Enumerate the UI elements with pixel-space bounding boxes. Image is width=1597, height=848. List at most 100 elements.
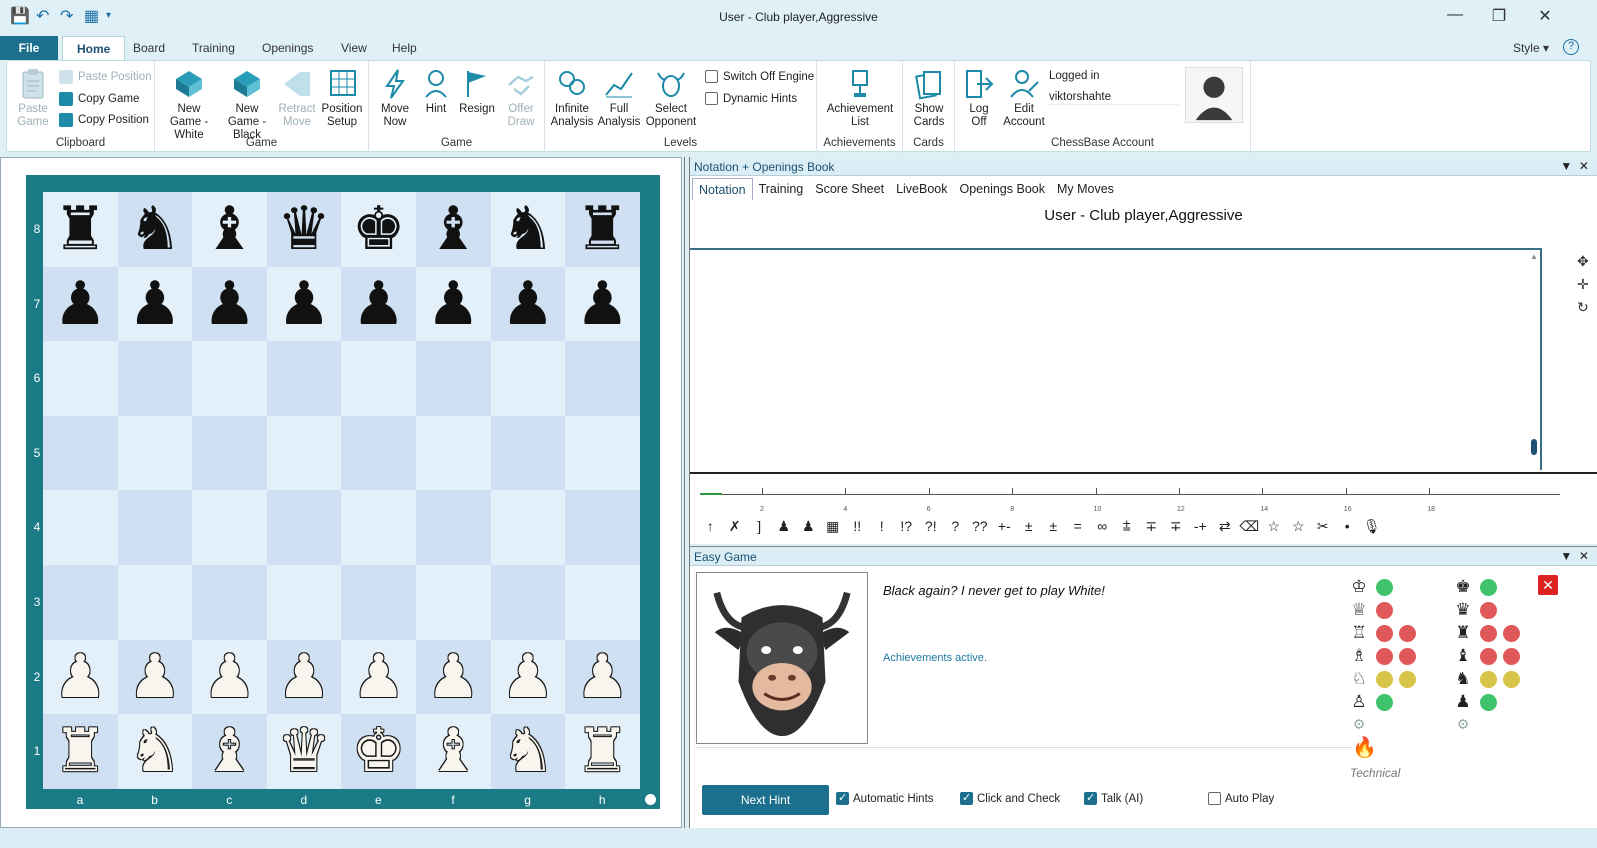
tab-home[interactable]: Home	[62, 36, 126, 60]
black-pawn[interactable]: ♟	[128, 274, 182, 334]
annotation-symbol-button[interactable]: ??	[968, 518, 993, 538]
square-f4[interactable]	[415, 490, 491, 565]
white-queen[interactable]: ♛	[277, 721, 331, 781]
annotation-symbol-button[interactable]: ?	[943, 518, 968, 538]
new-game-black-button[interactable]: New Game - Black	[219, 67, 275, 142]
avatar[interactable]	[1185, 67, 1243, 123]
annotation-symbol-button[interactable]: ♟	[772, 518, 797, 538]
square-c1[interactable]: ♝	[192, 714, 267, 789]
annotation-symbol-button[interactable]: 🎙	[1360, 518, 1385, 538]
square-a8[interactable]: ♜	[43, 192, 118, 267]
annotation-symbol-button[interactable]: !	[870, 518, 895, 538]
square-h7[interactable]: ♟	[565, 266, 640, 342]
square-h1[interactable]: ♜	[565, 714, 640, 789]
paste-game-button[interactable]: Paste Game	[11, 67, 55, 129]
switch-off-engine-checkbox[interactable]: Switch Off Engine	[705, 70, 814, 83]
panel-controls[interactable]: ▼ ✕	[1560, 549, 1589, 563]
annotation-symbol-button[interactable]: ∓	[1139, 518, 1164, 538]
square-c3[interactable]	[192, 564, 267, 640]
white-rook[interactable]: ♜	[53, 721, 107, 781]
rotate-icon[interactable]: ↻	[1577, 299, 1595, 316]
white-king[interactable]: ♚	[352, 721, 406, 781]
square-h6[interactable]	[565, 341, 640, 416]
black-pawn[interactable]: ♟	[501, 274, 555, 334]
black-pawn[interactable]: ♟	[426, 274, 480, 334]
log-off-button[interactable]: Log Off	[961, 67, 997, 129]
square-c2[interactable]: ♟	[192, 639, 267, 715]
scrollbar-thumb[interactable]	[1531, 439, 1537, 455]
click-and-check-checkbox[interactable]: Click and Check	[960, 791, 1060, 805]
annotation-symbol-button[interactable]: ⌫	[1237, 518, 1262, 538]
white-pawn[interactable]: ♟	[128, 647, 182, 707]
square-h2[interactable]: ♟	[565, 639, 640, 715]
square-h5[interactable]	[565, 415, 640, 491]
annotation-symbol-button[interactable]: •	[1335, 518, 1360, 538]
square-g6[interactable]	[490, 341, 566, 416]
square-f5[interactable]	[415, 415, 491, 491]
square-f2[interactable]: ♟	[415, 639, 491, 715]
square-b4[interactable]	[117, 490, 193, 565]
square-a1[interactable]: ♜	[43, 714, 118, 789]
square-e7[interactable]: ♟	[341, 266, 416, 342]
black-king[interactable]: ♚	[352, 199, 406, 259]
copy-position-button[interactable]: Copy Position	[59, 113, 149, 127]
tab-help[interactable]: Help	[392, 41, 417, 55]
black-knight[interactable]: ♞	[128, 199, 182, 259]
infinite-analysis-button[interactable]: Infinite Analysis	[549, 67, 595, 129]
black-knight[interactable]: ♞	[501, 199, 555, 259]
square-b1[interactable]: ♞	[117, 714, 193, 789]
black-pawn[interactable]: ♟	[277, 274, 331, 334]
gear-icon[interactable]: ⚙	[1348, 717, 1370, 733]
close-button[interactable]: ✕	[1530, 6, 1560, 26]
show-cards-button[interactable]: Show Cards	[907, 67, 951, 129]
square-c7[interactable]: ♟	[192, 266, 267, 342]
square-a3[interactable]	[43, 564, 118, 640]
tab-board[interactable]: Board	[133, 41, 165, 55]
tab-training[interactable]: Training	[192, 41, 235, 55]
move-arrows-icon[interactable]: ✥	[1577, 253, 1595, 270]
annotation-symbol-button[interactable]: -+	[1188, 518, 1213, 538]
resign-button[interactable]: Resign	[457, 67, 497, 116]
square-a2[interactable]: ♟	[43, 639, 118, 715]
square-c8[interactable]: ♝	[192, 192, 267, 267]
square-b7[interactable]: ♟	[117, 266, 193, 342]
tab-view[interactable]: View	[341, 41, 367, 55]
crosshair-icon[interactable]: ✛	[1577, 276, 1595, 293]
scroll-up-icon[interactable]: ▲	[1530, 252, 1538, 261]
square-b3[interactable]	[117, 564, 193, 640]
square-g4[interactable]	[490, 490, 566, 565]
tab-notation[interactable]: Notation	[692, 178, 753, 200]
tab-score-sheet[interactable]: Score Sheet	[809, 178, 890, 200]
position-setup-button[interactable]: Position Setup	[319, 67, 365, 129]
annotation-symbol-button[interactable]: ]	[747, 518, 772, 538]
square-d4[interactable]	[266, 490, 342, 565]
square-g1[interactable]: ♞	[490, 714, 566, 789]
tab-openings[interactable]: Openings	[262, 41, 313, 55]
black-bishop[interactable]: ♝	[426, 199, 480, 259]
auto-play-checkbox[interactable]: Auto Play	[1208, 792, 1274, 805]
tab-livebook[interactable]: LiveBook	[890, 178, 953, 200]
black-pawn[interactable]: ♟	[576, 274, 630, 334]
square-g7[interactable]: ♟	[490, 266, 566, 342]
square-b8[interactable]: ♞	[117, 192, 193, 267]
square-f8[interactable]: ♝	[415, 192, 491, 267]
offer-draw-button[interactable]: Offer Draw	[501, 67, 541, 129]
square-b5[interactable]	[117, 415, 193, 491]
tab-training[interactable]: Training	[753, 178, 810, 200]
square-e4[interactable]	[341, 490, 416, 565]
new-game-white-button[interactable]: New Game - White	[161, 67, 217, 142]
square-h3[interactable]	[565, 564, 640, 640]
white-knight[interactable]: ♞	[128, 721, 182, 781]
square-b2[interactable]: ♟	[117, 639, 193, 715]
minimize-button[interactable]: —	[1440, 6, 1470, 24]
square-e8[interactable]: ♚	[341, 192, 416, 267]
paste-position-button[interactable]: Paste Position	[59, 70, 152, 84]
file-menu-button[interactable]: File	[0, 36, 58, 60]
next-hint-button[interactable]: Next Hint	[702, 785, 829, 815]
white-pawn[interactable]: ♟	[277, 647, 331, 707]
evaluation-timeline[interactable]: 2 4 6 8 10 12 14 16 18	[690, 472, 1597, 513]
white-pawn[interactable]: ♟	[501, 647, 555, 707]
tab-my-moves[interactable]: My Moves	[1051, 178, 1120, 200]
white-knight[interactable]: ♞	[501, 721, 555, 781]
square-a7[interactable]: ♟	[43, 266, 118, 342]
